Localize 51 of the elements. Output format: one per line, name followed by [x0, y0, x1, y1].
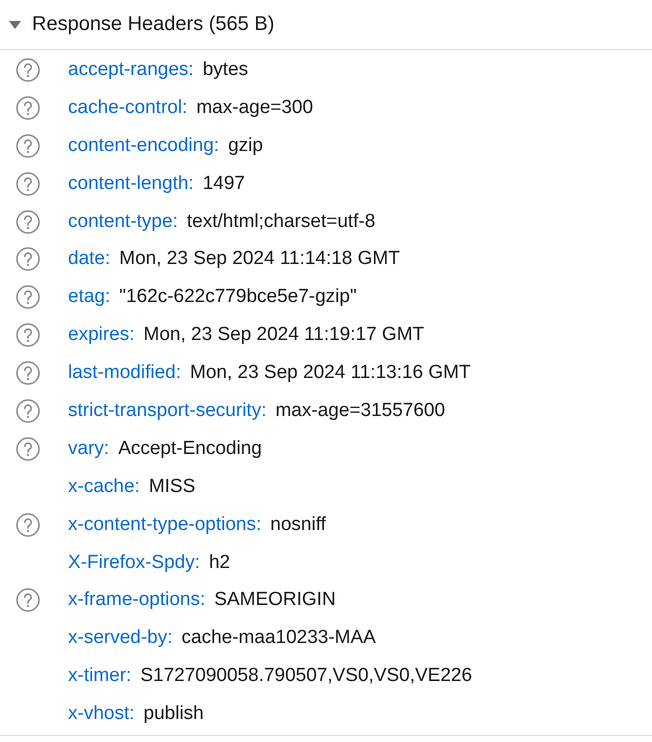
help-icon[interactable] [16, 134, 40, 158]
header-value: gzip [228, 134, 263, 157]
help-icon[interactable] [16, 285, 40, 310]
header-name: etag: [68, 286, 110, 308]
help-icon[interactable] [16, 323, 40, 348]
header-name: last-modified: [68, 362, 181, 384]
help-icon[interactable] [16, 210, 40, 234]
section-title[interactable]: Response Headers (565 B) [32, 13, 274, 36]
header-name: content-encoding: [68, 134, 220, 157]
header-value: Mon, 23 Sep 2024 11:14:18 GMT [119, 248, 400, 270]
help-icon[interactable] [16, 96, 40, 120]
header-value: Accept-Encoding [118, 438, 262, 460]
header-value: nosniff [270, 514, 326, 536]
header-name: vary: [68, 438, 110, 460]
header-name: x-content-type-options: [68, 514, 262, 536]
header-name: content-length: [68, 172, 194, 195]
collapse-icon[interactable] [8, 20, 22, 30]
header-value: max-age=31557600 [275, 400, 446, 422]
header-name: cache-control: [68, 96, 188, 119]
header-name: x-cache: [68, 476, 140, 498]
header-name: expires: [68, 324, 135, 346]
header-name: x-served-by: [68, 627, 173, 650]
header-value: SAMEORIGIN [214, 589, 336, 612]
header-name: X-Firefox-Spdy: [68, 552, 200, 574]
header-name: x-timer: [68, 665, 132, 688]
header-name: content-type: [68, 210, 178, 232]
header-value: S1727090058.790507,VS0,VS0,VE226 [140, 665, 472, 688]
help-icon[interactable] [16, 512, 40, 537]
header-value: max-age=300 [196, 96, 314, 119]
help-icon[interactable] [16, 58, 40, 82]
help-icon[interactable] [16, 436, 40, 461]
help-icon[interactable] [16, 398, 40, 423]
header-name: x-frame-options: [68, 589, 206, 612]
header-value: "162c-622c779bce5e7-gzip" [119, 286, 357, 308]
help-icon[interactable] [16, 588, 40, 612]
help-icon[interactable] [16, 172, 40, 196]
help-icon[interactable] [16, 247, 40, 272]
header-name: x-vhost: [68, 703, 135, 726]
header-name: strict-transport-security: [68, 400, 266, 422]
header-value: h2 [208, 552, 230, 574]
help-icon[interactable] [16, 361, 40, 386]
header-name: accept-ranges: [68, 58, 194, 81]
header-value: cache-maa10233-MAA [182, 627, 376, 650]
header-value: bytes [202, 58, 248, 81]
header-value: 1497 [202, 172, 245, 195]
header-name: date: [68, 248, 110, 270]
header-value: Mon, 23 Sep 2024 11:19:17 GMT [144, 324, 424, 346]
header-value: Mon, 23 Sep 2024 11:13:16 GMT [190, 362, 471, 384]
header-value: publish [144, 703, 204, 726]
header-value: text/html;charset=utf-8 [186, 210, 376, 232]
header-value: MISS [148, 476, 196, 498]
